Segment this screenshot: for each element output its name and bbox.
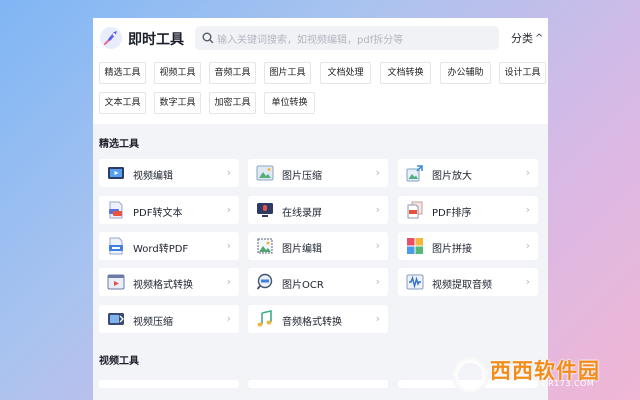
video-edit-icon — [108, 167, 124, 179]
chevron-right-icon: › — [226, 203, 231, 216]
tool-label: PDF排序 — [432, 208, 472, 219]
image-ocr-icon — [256, 273, 273, 290]
search-input[interactable]: 输入关键词搜索，如视频编辑，pdf拆分等 — [195, 26, 499, 50]
tool-label: 图片拼接 — [432, 244, 472, 255]
tool-card-partial[interactable] — [99, 380, 239, 388]
chevron-right-icon: › — [375, 275, 380, 288]
rocket-logo-icon — [100, 27, 122, 49]
tool-label: 图片压缩 — [282, 171, 322, 182]
category-tag[interactable]: 文档转换 — [380, 62, 431, 84]
category-tag[interactable]: 音频工具 — [209, 62, 256, 84]
tool-label: 音频格式转换 — [282, 317, 342, 328]
chevron-right-icon: › — [226, 166, 231, 179]
chevron-right-icon: › — [226, 312, 231, 325]
tool-card-partial[interactable] — [248, 380, 388, 388]
chevron-right-icon: › — [375, 166, 380, 179]
chevron-right-icon: › — [375, 203, 380, 216]
chevron-right-icon: › — [525, 166, 530, 179]
category-tag[interactable]: 文本工具 — [99, 92, 146, 114]
header: 即时工具 输入关键词搜索，如视频编辑，pdf拆分等 分类 ^ 精选工具 视频工具 … — [93, 18, 548, 124]
tool-screen-record[interactable]: 在线录屏 › — [248, 196, 388, 224]
tool-image-edit[interactable]: 图片编辑 › — [248, 232, 388, 260]
tool-image-enlarge[interactable]: 图片放大 › — [398, 159, 538, 187]
tool-video-edit[interactable]: 视频编辑 › — [99, 159, 239, 187]
tool-extract-audio[interactable]: 视频提取音频 › — [398, 268, 538, 296]
tool-label: 图片编辑 — [282, 244, 322, 255]
video-convert-icon — [107, 274, 125, 290]
category-tag[interactable]: 设计工具 — [499, 62, 546, 84]
category-tag[interactable]: 数字工具 — [154, 92, 201, 114]
extension-panel: 即时工具 输入关键词搜索，如视频编辑，pdf拆分等 分类 ^ 精选工具 视频工具 … — [93, 18, 548, 400]
tool-label: Word转PDF — [133, 244, 189, 255]
category-tag[interactable]: 文档处理 — [320, 62, 371, 84]
pdf-sort-icon — [407, 201, 423, 219]
classify-dropdown[interactable]: 分类 ^ — [511, 30, 543, 46]
section-title-video: 视频工具 — [99, 356, 139, 367]
tool-video-compress[interactable]: 视频压缩 › — [99, 305, 239, 333]
watermark-site: CR173.COM — [542, 379, 595, 388]
chevron-right-icon: › — [375, 312, 380, 325]
image-enlarge-icon — [406, 165, 423, 182]
tool-pdf-to-text[interactable]: PDF转文本 › — [99, 196, 239, 224]
tool-label: 图片OCR — [282, 280, 324, 291]
tool-video-convert[interactable]: 视频格式转换 › — [99, 268, 239, 296]
tool-word-to-pdf[interactable]: Word转PDF › — [99, 232, 239, 260]
chevron-right-icon: › — [525, 275, 530, 288]
tool-label: 在线录屏 — [282, 208, 322, 219]
category-tag[interactable]: 精选工具 — [99, 62, 146, 84]
word-to-pdf-icon — [109, 237, 123, 255]
tool-label: 图片放大 — [432, 171, 472, 182]
category-tag[interactable]: 单位转换 — [264, 92, 315, 114]
audio-convert-icon — [257, 310, 272, 327]
watermark: 西西软件园 CR173.COM — [446, 351, 632, 395]
watermark-logo-icon — [446, 351, 490, 395]
search-icon — [202, 32, 214, 44]
category-tag[interactable]: 办公辅助 — [440, 62, 491, 84]
tool-pdf-sort[interactable]: PDF排序 › — [398, 196, 538, 224]
chevron-right-icon: › — [525, 203, 530, 216]
tool-label: 视频格式转换 — [133, 280, 193, 291]
tool-image-ocr[interactable]: 图片OCR › — [248, 268, 388, 296]
pdf-to-text-icon — [109, 201, 123, 219]
chevron-right-icon: › — [525, 239, 530, 252]
tool-label: PDF转文本 — [133, 208, 183, 219]
tool-label: 视频提取音频 — [432, 280, 492, 291]
image-collage-icon — [407, 238, 423, 254]
category-tag[interactable]: 视频工具 — [154, 62, 201, 84]
image-edit-icon — [257, 238, 273, 254]
extract-audio-icon — [406, 274, 424, 290]
screen-record-icon — [257, 203, 273, 217]
tool-label: 视频编辑 — [133, 171, 173, 182]
tool-label: 视频压缩 — [133, 317, 173, 328]
app-title: 即时工具 — [128, 32, 184, 48]
chevron-right-icon: › — [226, 239, 231, 252]
section-title-featured: 精选工具 — [99, 139, 139, 150]
tool-image-compress[interactable]: 图片压缩 › — [248, 159, 388, 187]
category-tag[interactable]: 加密工具 — [209, 92, 256, 114]
image-compress-icon — [256, 165, 274, 181]
video-compress-icon — [108, 313, 124, 325]
category-tag[interactable]: 图片工具 — [264, 62, 311, 84]
classify-label: 分类 — [511, 32, 533, 45]
chevron-right-icon: › — [226, 275, 231, 288]
tool-audio-convert[interactable]: 音频格式转换 › — [248, 305, 388, 333]
chevron-right-icon: › — [375, 239, 380, 252]
search-placeholder: 输入关键词搜索，如视频编辑，pdf拆分等 — [217, 35, 404, 46]
tool-image-collage[interactable]: 图片拼接 › — [398, 232, 538, 260]
chevron-up-icon: ^ — [535, 33, 544, 44]
